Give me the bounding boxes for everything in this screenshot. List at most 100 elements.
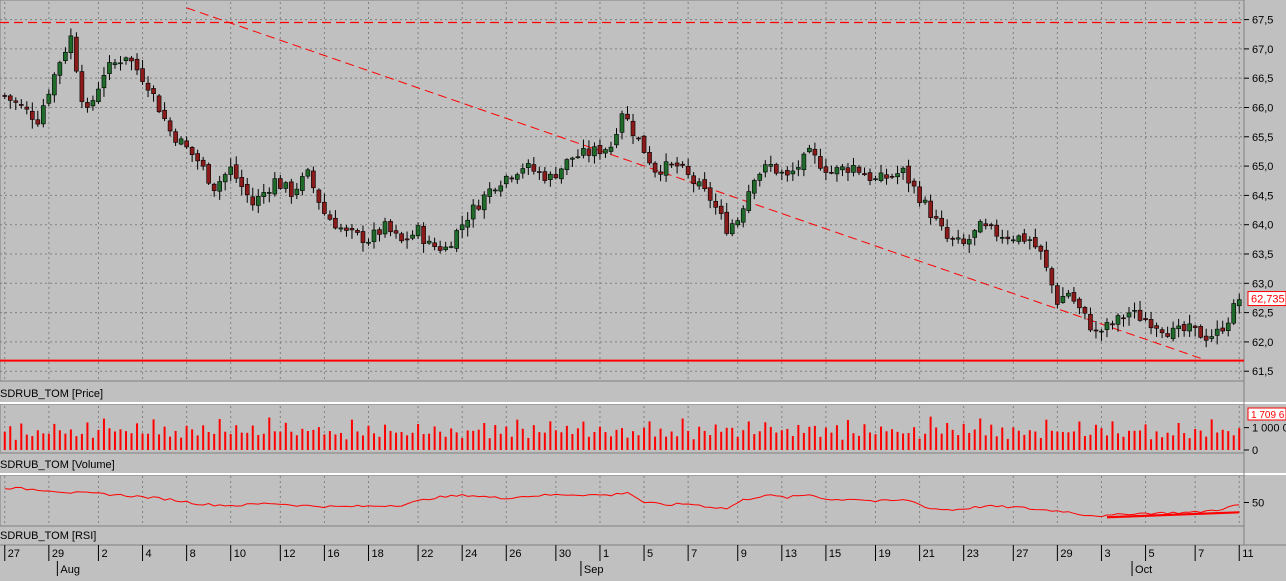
x-tick-label: 11	[1242, 548, 1253, 560]
x-tick-label: 26	[509, 548, 521, 560]
volume-bar	[1094, 424, 1097, 450]
x-tick-label: 29	[52, 548, 64, 560]
x-tick-label: 3	[1104, 548, 1110, 560]
volume-bar	[962, 423, 965, 450]
candle-body	[729, 223, 735, 235]
candle-body	[1181, 324, 1187, 331]
volume-bar	[1061, 431, 1064, 450]
price-chart[interactable]: 61,5 62,0 62,5 63,0 63,5 64,0 64,5 65,0 65,5 66,0…	[0, 0, 1286, 576]
volume-bar	[1144, 424, 1147, 450]
candle-body	[586, 148, 592, 156]
volume-bar	[466, 430, 469, 450]
candle-body	[360, 231, 366, 243]
candle-body	[134, 58, 140, 71]
candle-body	[487, 188, 493, 197]
candle-body	[906, 165, 911, 184]
volume-bar	[598, 426, 601, 450]
volume-bar	[1232, 435, 1235, 450]
volume-bar	[395, 432, 398, 450]
volume-bar	[1039, 437, 1042, 450]
volume-bar	[1150, 439, 1153, 450]
volume-bar	[1221, 429, 1224, 450]
x-tick-label: 13	[785, 548, 797, 560]
candle-body	[856, 166, 862, 173]
candle-body	[300, 176, 305, 191]
volume-bar	[317, 427, 320, 450]
candle-body	[696, 181, 702, 187]
volume-bar	[1216, 432, 1219, 450]
volume-bar	[36, 430, 39, 450]
volume-bar	[582, 421, 585, 450]
candle-body	[735, 220, 741, 226]
candle-body	[977, 221, 983, 233]
volume-bar	[64, 433, 67, 450]
rsi-tick-label: 50	[1252, 498, 1264, 510]
candle-body	[272, 178, 278, 195]
volume-bar	[703, 430, 706, 450]
candle-body	[718, 205, 724, 214]
candle-body	[774, 164, 779, 174]
volume-bar	[593, 432, 596, 450]
volume-bar	[1089, 434, 1092, 450]
candle-body	[939, 217, 944, 227]
volume-bar	[97, 429, 100, 450]
volume-bar	[384, 424, 387, 450]
month-label: Sep	[584, 564, 604, 576]
candle-body	[145, 82, 151, 91]
candle-body	[674, 162, 680, 167]
volume-bar	[290, 431, 293, 450]
volume-bar	[14, 439, 17, 450]
candle-body	[862, 173, 867, 176]
candle-body	[1137, 309, 1143, 321]
candle-body	[1176, 325, 1181, 330]
x-tick-label: 7	[1198, 548, 1204, 560]
candle-body	[1126, 312, 1132, 318]
candle-body	[537, 171, 542, 173]
candle-body	[531, 164, 537, 172]
volume-bar	[483, 423, 486, 450]
candle-body	[702, 179, 707, 190]
volume-bar	[428, 433, 431, 450]
volume-bar	[808, 426, 811, 450]
x-tick-label: 18	[371, 548, 383, 560]
candle-body	[30, 110, 35, 120]
volume-bar	[527, 437, 530, 450]
volume-bar	[3, 431, 6, 450]
price-tick-label: 62,5	[1252, 308, 1273, 320]
volume-bar	[273, 431, 276, 450]
volume-bar	[218, 419, 221, 450]
volume-bar	[957, 435, 960, 450]
candle-body	[1214, 328, 1220, 336]
volume-bar	[1078, 421, 1081, 450]
x-tick-label: 5	[647, 548, 653, 560]
price-tick-label: 62,0	[1252, 337, 1273, 349]
volume-bar	[885, 431, 888, 450]
candle-body	[878, 172, 884, 181]
candle-body	[1187, 323, 1192, 332]
volume-bar	[687, 430, 690, 450]
candle-body	[404, 238, 410, 241]
candle-body	[1203, 335, 1209, 341]
volume-bar	[334, 434, 337, 450]
volume-bar	[1056, 431, 1059, 450]
candle-body	[1170, 327, 1176, 339]
candle-body	[459, 224, 465, 230]
volume-bar	[53, 423, 56, 450]
volume-bar	[659, 428, 662, 450]
candle-body	[1038, 245, 1044, 252]
candle-body	[685, 166, 691, 175]
volume-bar	[113, 431, 116, 450]
volume-bar	[229, 433, 232, 450]
candle-body	[944, 227, 950, 239]
volume-bar	[1111, 421, 1114, 450]
volume-bar	[946, 422, 949, 450]
candle-body	[283, 182, 289, 189]
volume-bar	[1183, 433, 1186, 450]
candle-body	[344, 227, 349, 231]
candle-body	[498, 185, 504, 192]
candle-body	[195, 153, 200, 162]
candle-body	[85, 102, 90, 108]
candle-body	[167, 120, 173, 132]
volume-bar	[929, 416, 932, 450]
volume-bar	[477, 429, 480, 450]
